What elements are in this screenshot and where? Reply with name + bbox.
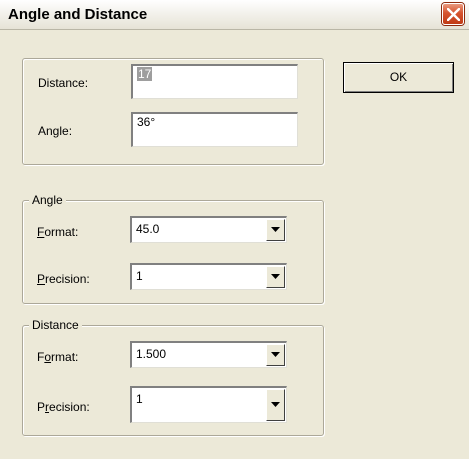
values-frame: Distance: 17 Angle: 36° xyxy=(22,58,324,165)
distance-format-select[interactable]: 1.500 xyxy=(130,341,287,368)
distance-format-label-text: rmat: xyxy=(51,350,79,364)
distance-precision-dropdown-button[interactable] xyxy=(266,389,285,421)
distance-precision-label-pre: P xyxy=(37,400,46,414)
angle-format-label: Format: xyxy=(37,225,78,239)
angle-label: Angle: xyxy=(38,124,73,138)
close-icon xyxy=(447,8,460,21)
angle-group: Angle Format: 45.0 Precision: 1 xyxy=(22,193,324,304)
angle-precision-mnemonic: P xyxy=(37,272,46,286)
angle-format-select[interactable]: 45.0 xyxy=(130,216,287,243)
dialog-client-area: Distance: 17 Angle: 36° OK Angle Format:… xyxy=(8,30,469,459)
angle-group-title: Angle xyxy=(29,193,66,207)
angle-format-dropdown-button[interactable] xyxy=(266,219,285,241)
angle-format-label-text: ormat: xyxy=(44,225,79,239)
distance-value: 17 xyxy=(137,67,153,81)
angle-precision-value: 1 xyxy=(136,269,143,283)
angle-format-value: 45.0 xyxy=(136,222,160,236)
angle-value: 36° xyxy=(137,115,156,129)
distance-format-label: Format: xyxy=(37,350,78,364)
chevron-down-icon xyxy=(271,352,280,357)
distance-precision-value: 1 xyxy=(136,392,143,406)
angle-precision-select[interactable]: 1 xyxy=(130,263,287,290)
chevron-down-icon xyxy=(271,274,280,279)
angle-precision-dropdown-button[interactable] xyxy=(266,266,285,288)
chevron-down-icon xyxy=(271,402,280,407)
ok-button-label: OK xyxy=(389,70,408,84)
distance-group: Distance Format: 1.500 Precision: 1 xyxy=(22,318,324,436)
distance-precision-select[interactable]: 1 xyxy=(130,386,287,423)
distance-label: Distance: xyxy=(38,76,89,90)
angle-input[interactable]: 36° xyxy=(131,112,298,147)
distance-input[interactable]: 17 xyxy=(131,64,298,99)
chevron-down-icon xyxy=(271,227,280,232)
angle-precision-label: Precision: xyxy=(37,272,90,286)
distance-group-title: Distance xyxy=(29,318,82,332)
close-button[interactable] xyxy=(442,3,464,25)
distance-precision-label: Precision: xyxy=(37,400,90,414)
title-bar[interactable]: Angle and Distance xyxy=(0,0,469,30)
distance-precision-label-text: ecision: xyxy=(49,400,90,414)
window-title: Angle and Distance xyxy=(8,6,148,23)
ok-button[interactable]: OK xyxy=(343,62,454,93)
distance-format-dropdown-button[interactable] xyxy=(266,344,285,366)
distance-format-value: 1.500 xyxy=(136,347,167,361)
angle-precision-label-text: recision: xyxy=(45,272,90,286)
